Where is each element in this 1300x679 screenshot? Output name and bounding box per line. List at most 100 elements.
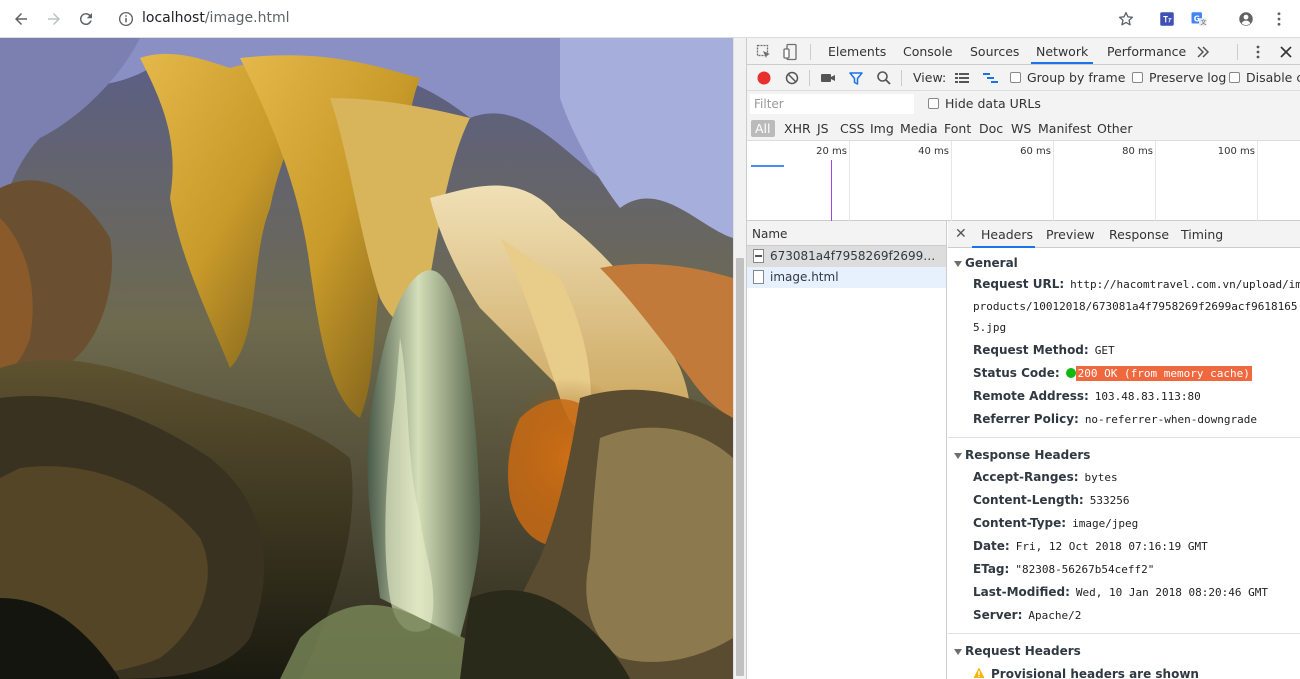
reload-icon[interactable] [74, 7, 98, 31]
request-headers-section-toggle[interactable]: Request Headers [948, 640, 1300, 662]
clear-icon[interactable] [783, 69, 801, 87]
timeline-gridline [1053, 141, 1054, 221]
collapse-triangle-icon [954, 452, 962, 459]
type-img[interactable]: Img [866, 120, 898, 137]
response-header-row: ETag: "82308-56267b54ceff2" [948, 558, 1300, 581]
response-header-row: Last-Modified: Wed, 10 Jan 2018 08:20:46 … [948, 581, 1300, 604]
request-name: image.html [770, 270, 839, 284]
checkbox-box[interactable] [1132, 72, 1143, 83]
referrer-policy-row: Referrer Policy: no-referrer-when-downgra… [948, 408, 1300, 431]
record-icon[interactable] [755, 69, 773, 87]
header-key: Date: [973, 538, 1010, 553]
type-media[interactable]: Media [896, 120, 942, 137]
type-other[interactable]: Other [1093, 120, 1137, 137]
close-details-icon[interactable]: ✕ [955, 226, 967, 242]
close-devtools-icon[interactable] [1277, 43, 1295, 61]
status-code-value: 200 OK (from memory cache) [1075, 365, 1252, 381]
tab-headers[interactable]: Headers [981, 227, 1033, 242]
timeline-tick-label: 20 ms [816, 146, 847, 157]
address-bar[interactable]: localhost/image.html [142, 10, 290, 26]
star-icon[interactable] [1114, 7, 1138, 31]
header-value: 533256 [1089, 493, 1130, 507]
response-headers-section-toggle[interactable]: Response Headers [948, 444, 1300, 466]
type-xhr[interactable]: XHR [780, 120, 815, 137]
tab-performance[interactable]: Performance [1107, 44, 1186, 59]
group-by-frame-label: Group by frame [1027, 70, 1126, 85]
tab-console[interactable]: Console [903, 44, 953, 59]
devtools-panel: Elements Console Sources Network Perform… [746, 38, 1300, 679]
tab-separator [810, 44, 811, 60]
tab-preview[interactable]: Preview [1046, 227, 1095, 242]
back-icon[interactable] [9, 7, 33, 31]
timeline-gridline [1257, 141, 1258, 221]
status-code-row: Status Code: 200 OK (from memory cache) [948, 362, 1300, 385]
checkbox-box[interactable] [928, 98, 939, 109]
tab-timing[interactable]: Timing [1181, 227, 1223, 242]
type-font[interactable]: Font [940, 120, 975, 137]
device-toolbar-icon[interactable] [782, 43, 800, 61]
collapse-triangle-icon [954, 648, 962, 655]
page-scrollbar-thumb[interactable] [736, 258, 744, 676]
preserve-log-label: Preserve log [1149, 70, 1227, 85]
warning-text: Provisional headers are shown [991, 666, 1199, 679]
request-row-image[interactable]: 673081a4f7958269f2699acf… [747, 246, 946, 267]
disable-cache-checkbox[interactable]: Disable cache [1229, 70, 1300, 85]
large-rows-icon[interactable] [953, 69, 971, 87]
network-toolbar: View: Group by frame Preserve log Disabl… [747, 65, 1300, 91]
type-js[interactable]: JS [813, 120, 833, 137]
forward-icon[interactable] [42, 7, 66, 31]
hide-data-urls-checkbox[interactable]: Hide data URLs [928, 96, 1041, 111]
devtools-menu-icon[interactable] [1249, 43, 1267, 61]
name-column-header[interactable]: Name [747, 221, 946, 246]
screenshot-camera-icon[interactable] [819, 69, 837, 87]
header-key: Content-Type: [973, 515, 1067, 530]
request-details: ✕ Headers Preview Response Timing Genera… [948, 221, 1300, 679]
toolbar-separator [901, 70, 902, 86]
details-tabbar: ✕ Headers Preview Response Timing [948, 221, 1300, 248]
type-css[interactable]: CSS [836, 120, 869, 137]
request-list: Name 673081a4f7958269f2699acf… image.htm… [747, 221, 947, 679]
tab-sources[interactable]: Sources [970, 44, 1019, 59]
cave-photo [0, 38, 733, 679]
timeline-gridline [951, 141, 952, 221]
menu-icon[interactable] [1267, 7, 1291, 31]
header-value: Apache/2 [1028, 608, 1082, 622]
request-headers-title: Request Headers [965, 643, 1081, 658]
header-key: Accept-Ranges: [973, 469, 1079, 484]
document-file-icon [753, 270, 764, 284]
tab-network[interactable]: Network [1036, 44, 1088, 59]
info-icon[interactable] [114, 7, 138, 31]
filter-input[interactable] [750, 94, 914, 114]
hide-data-urls-label: Hide data URLs [945, 96, 1041, 111]
search-icon[interactable] [875, 69, 893, 87]
request-url-row: Request URL: http://hacomtravel.com.vn/up… [948, 274, 1300, 339]
status-dot-icon [1065, 367, 1076, 378]
svg-text:文: 文 [1201, 19, 1207, 27]
tab-response[interactable]: Response [1109, 227, 1169, 242]
google-translate-icon[interactable]: G文 [1187, 7, 1211, 31]
checkbox-box[interactable] [1010, 72, 1021, 83]
group-by-frame-checkbox[interactable]: Group by frame [1010, 70, 1125, 85]
network-overview-timeline[interactable]: 20 ms 40 ms 60 ms 80 ms 100 ms [747, 141, 1300, 221]
type-manifest[interactable]: Manifest [1034, 120, 1095, 137]
type-doc[interactable]: Doc [975, 120, 1007, 137]
type-all[interactable]: All [751, 120, 775, 137]
account-icon[interactable] [1234, 7, 1258, 31]
general-section-toggle[interactable]: General [948, 252, 1300, 274]
header-value: "82308-56267b54ceff2" [1015, 562, 1155, 576]
request-row-document[interactable]: image.html [747, 267, 946, 288]
preserve-log-checkbox[interactable]: Preserve log [1132, 70, 1226, 85]
tab-separator [1237, 44, 1238, 60]
more-tabs-chevron-icon[interactable] [1194, 43, 1212, 61]
translate-extension-icon[interactable] [1155, 7, 1179, 31]
filter-bar: Hide data URLs [747, 91, 1300, 117]
checkbox-box[interactable] [1229, 72, 1240, 83]
waterfall-overview-icon[interactable] [981, 69, 999, 87]
tab-elements[interactable]: Elements [828, 44, 886, 59]
type-ws[interactable]: WS [1007, 120, 1035, 137]
filter-icon[interactable] [847, 69, 865, 87]
page-scrollbar[interactable] [733, 38, 746, 679]
timeline-gridline [849, 141, 850, 221]
resource-type-bar: All XHR JS CSS Img Media Font Doc WS Man… [747, 117, 1300, 141]
inspect-element-icon[interactable] [755, 43, 773, 61]
